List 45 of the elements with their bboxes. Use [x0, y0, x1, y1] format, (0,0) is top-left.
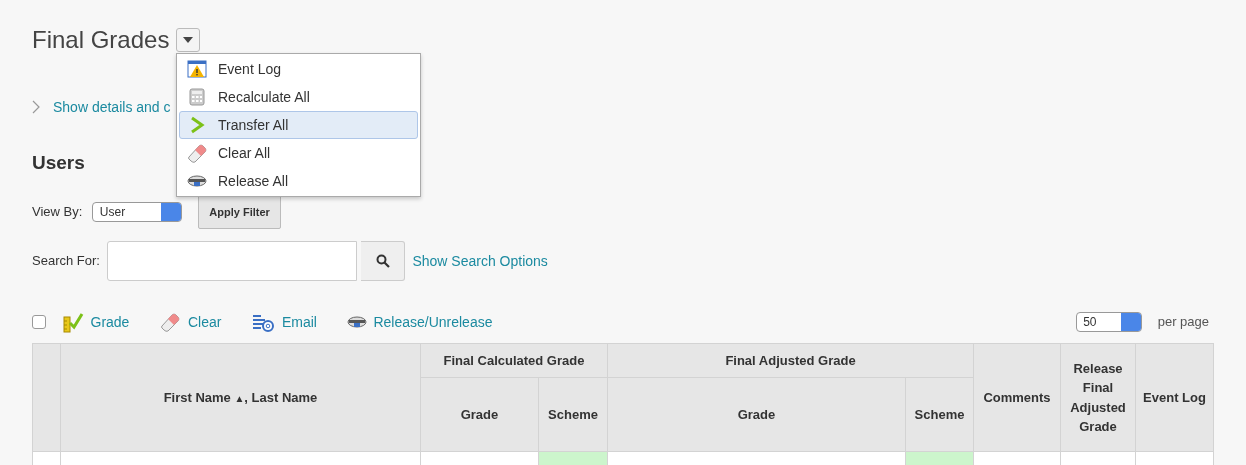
- view-by-select[interactable]: User: [92, 201, 183, 222]
- calculator-icon: [189, 88, 205, 106]
- ruler-check-icon: [62, 311, 84, 334]
- column-header: Release Final Adjusted Grade: [1060, 343, 1136, 452]
- column-header: Scheme: [905, 377, 974, 452]
- column-header: Grade: [420, 377, 539, 452]
- menu-item[interactable]: Clear All: [179, 139, 418, 167]
- search-button[interactable]: [361, 241, 406, 282]
- menu-item[interactable]: Transfer All: [179, 111, 418, 139]
- search-icon: [375, 254, 390, 269]
- chevron-right-icon[interactable]: [32, 100, 40, 115]
- dropdown-button[interactable]: [175, 28, 200, 53]
- menu-item[interactable]: Release All: [179, 167, 418, 195]
- select-all-checkbox[interactable]: [32, 315, 46, 330]
- per-page-label: per page: [1157, 313, 1209, 332]
- page-title: Final Grades: [32, 26, 170, 55]
- section-heading: Users: [32, 151, 85, 175]
- warning-icon: [187, 60, 207, 78]
- toolbar-action[interactable]: Clear: [159, 311, 222, 333]
- toolbar-action[interactable]: Release/Unrelease: [346, 311, 493, 333]
- search-options-link[interactable]: Show Search Options: [412, 250, 548, 272]
- release-icon: [346, 315, 367, 330]
- search-label: Search For:: [32, 252, 100, 271]
- details-link[interactable]: Show details and c: [53, 96, 171, 118]
- chevron-right-icon: [188, 116, 206, 134]
- column-header[interactable]: First Name ▲, Last Name: [60, 343, 421, 452]
- column-header: Comments: [973, 343, 1061, 452]
- column-group-header: Final Adjusted Grade: [607, 343, 974, 378]
- per-page-select[interactable]: 50: [1075, 312, 1142, 333]
- column-header: Scheme: [538, 377, 608, 452]
- email-icon: [251, 312, 276, 333]
- release-icon: [187, 174, 207, 188]
- search-field[interactable]: [107, 241, 358, 282]
- eraser-icon: [159, 312, 182, 333]
- column-header: Grade: [607, 377, 906, 452]
- column-group-header: Final Calculated Grade: [420, 343, 608, 378]
- eraser-icon: [186, 143, 208, 163]
- menu-item[interactable]: Event Log: [179, 55, 418, 83]
- menu-item[interactable]: Recalculate All: [179, 83, 418, 111]
- column-header: Event Log: [1135, 343, 1214, 452]
- sort-icon[interactable]: ▲: [234, 392, 245, 404]
- toolbar-action[interactable]: Grade: [62, 311, 130, 334]
- toolbar-action[interactable]: Email: [251, 311, 317, 333]
- caret-icon: [182, 37, 193, 44]
- view-by-label: View By:: [32, 203, 83, 222]
